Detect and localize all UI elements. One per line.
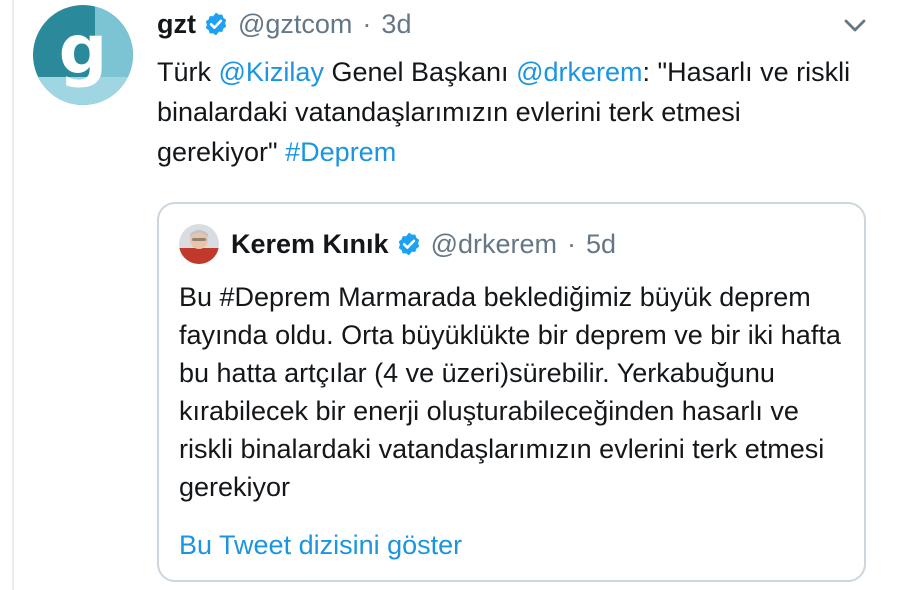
timeline-border [12, 0, 14, 590]
tweet-text: Türk @Kizilay Genel Başkanı @drkerem: "H… [157, 52, 867, 172]
quote-avatar[interactable] [179, 224, 219, 264]
tweet-text-part: Türk [157, 57, 219, 87]
quote-author-name[interactable]: Kerem Kınık [231, 229, 389, 260]
quoted-tweet-card[interactable]: Kerem Kınık @drkerem · 5d Bu #Deprem Mar… [157, 202, 866, 582]
mention-link-kizilay[interactable]: @Kizilay [219, 57, 324, 87]
quote-timestamp[interactable]: 5d [586, 229, 616, 260]
avatar-letter: g [59, 11, 108, 90]
chevron-down-icon[interactable] [840, 10, 870, 40]
tweet-text-part: Genel Başkanı [323, 57, 517, 87]
gzt-logo-icon: g [33, 5, 133, 105]
tweet-timestamp[interactable]: 3d [381, 9, 411, 40]
quote-body: Bu #Deprem Marmarada beklediğimiz büyük … [179, 282, 841, 502]
separator-dot: · [567, 228, 576, 259]
mention-link-drkerem[interactable]: @drkerem [516, 57, 642, 87]
tweet-header: gzt @gztcom · 3d [157, 6, 411, 42]
author-name[interactable]: gzt [157, 9, 196, 40]
avatar[interactable]: g [33, 5, 133, 105]
quote-header: Kerem Kınık @drkerem · 5d [179, 224, 616, 264]
verified-badge-icon [205, 12, 227, 36]
separator-dot: · [362, 8, 372, 39]
quote-author-handle[interactable]: @drkerem [431, 229, 557, 260]
author-handle[interactable]: @gztcom [238, 9, 352, 40]
verified-badge-icon [398, 232, 419, 256]
show-thread-link[interactable]: Bu Tweet dizisini göster [179, 526, 462, 564]
hashtag-link-deprem[interactable]: #Deprem [285, 137, 396, 167]
